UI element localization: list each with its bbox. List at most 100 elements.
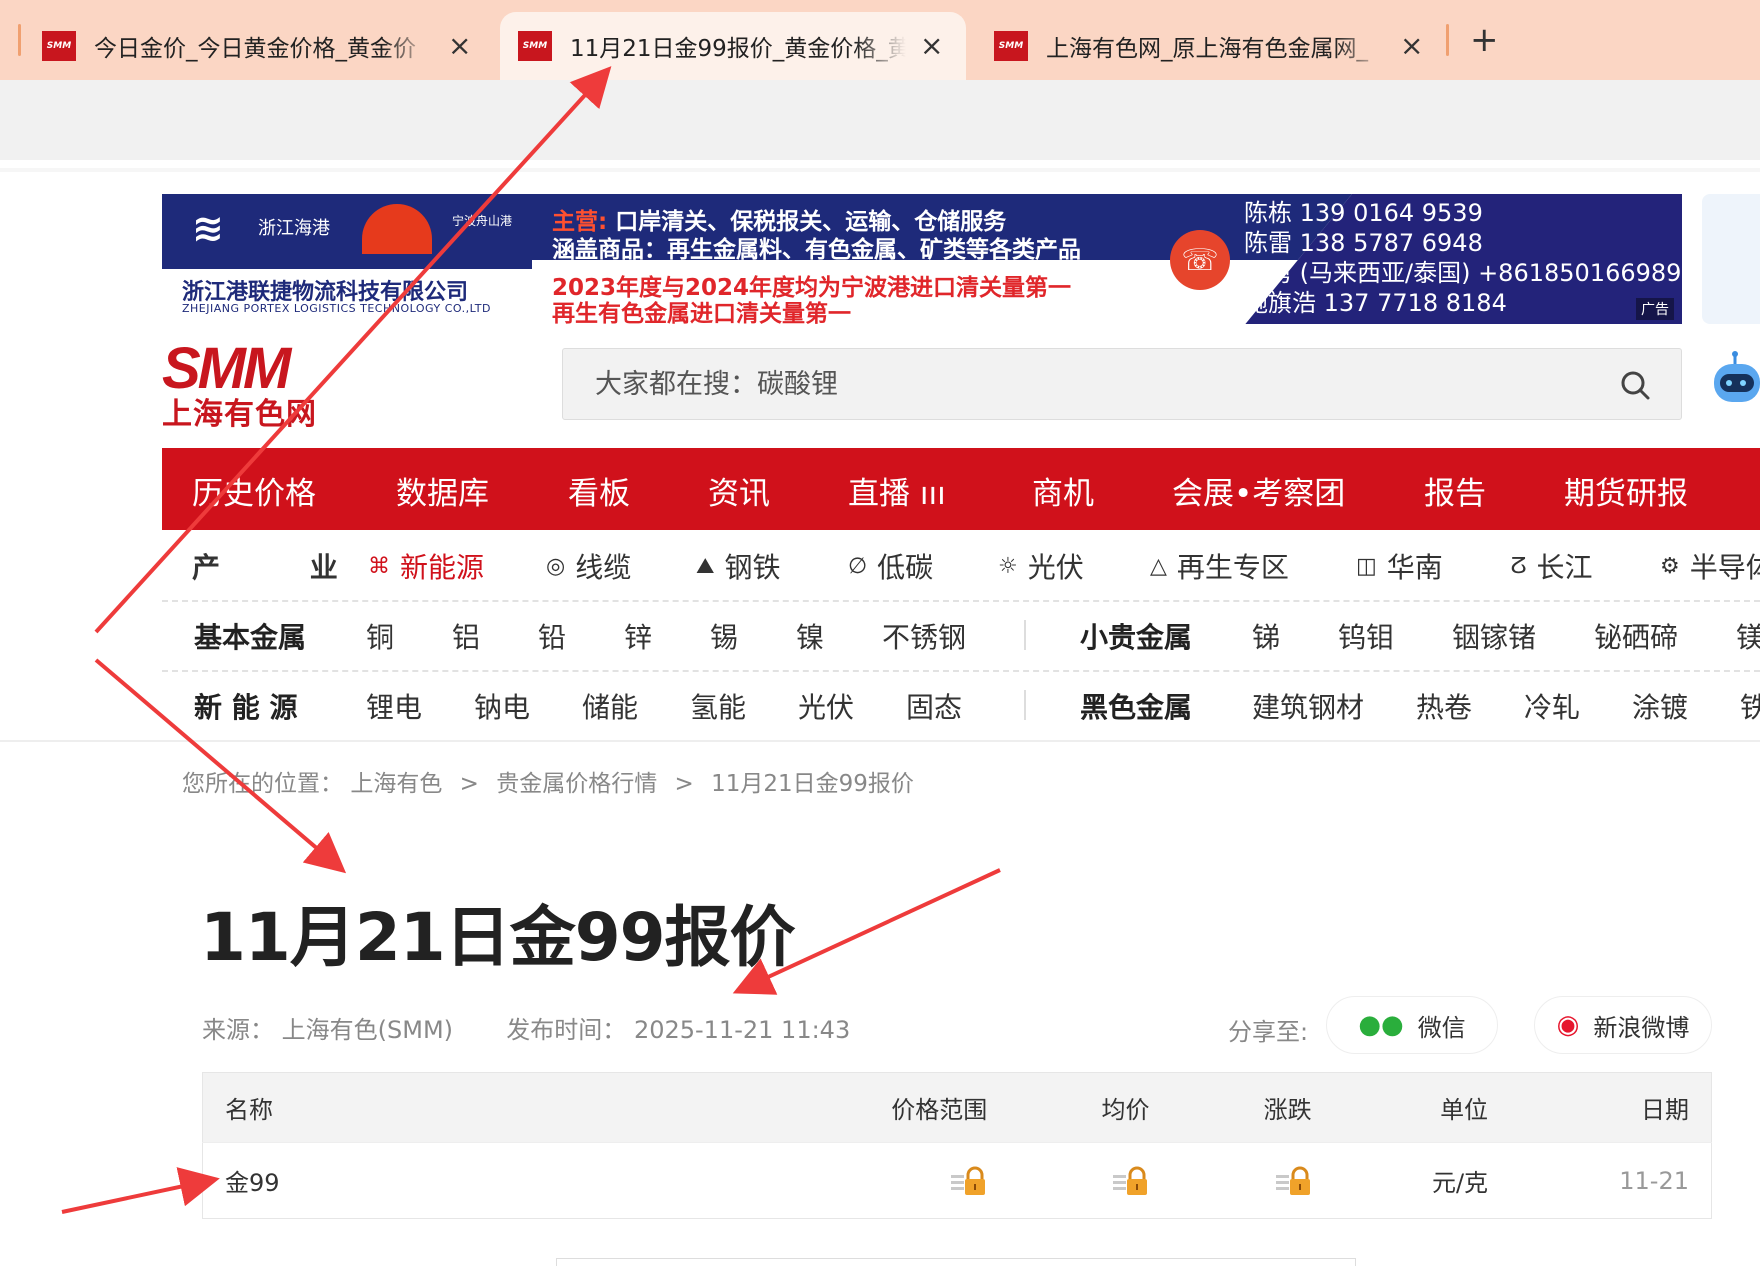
breadcrumb-separator: > [674,771,694,797]
ad-company-name-en: ZHEJIANG PORTEX LOGISTICS TECHNOLOGY CO.… [182,302,491,315]
ad-contact: 朱勇 (马来西亚/泰国) +8618501669898 [1244,259,1682,287]
breadcrumb-item[interactable]: 贵金属价格行情 [496,771,657,797]
industry-row: 产 业 ⌘ 新能源 ◎ 线缆 ⛰ 钢铁 ∅ 低碳 ☼ 光伏 △ 再生专区 ◫ 华南 ⵒ 长江 ⚙… [162,530,1760,600]
share-label: 分享至: [1228,1018,1309,1046]
metal-link[interactable]: 锡 [710,616,738,656]
tab-title: 今日金价_今日黄金价格_黄金价 [94,36,416,62]
ad-contact: 施旗浩 137 7718 8184 [1244,289,1507,317]
industry-item-label: 再生专区 [1176,551,1289,584]
metal-link[interactable]: 光伏 [798,686,854,726]
tab-smm-home[interactable]: SMM 上海有色网_原上海有色金属网_ × [976,12,1441,80]
metal-link[interactable]: 冷轧 [1524,686,1580,726]
price-range-locked[interactable] [762,1142,1010,1219]
lock-icon[interactable] [1113,1166,1149,1196]
metal-link[interactable]: 铟镓锗 [1452,616,1536,656]
metal-link[interactable]: 铜 [366,616,394,656]
metal-link[interactable]: 锂电 [366,686,422,726]
industry-yangtze[interactable]: ⵒ 长江 [1510,546,1593,586]
industry-new-energy[interactable]: ⌘ 新能源 [368,546,484,586]
metal-link[interactable]: 热卷 [1416,686,1472,726]
metal-link[interactable]: 固态 [906,686,962,726]
metal-link[interactable]: 铁 [1740,686,1760,726]
metal-link[interactable]: 涂镀 [1632,686,1688,726]
industry-item-label: 光伏 [1027,551,1084,584]
metal-link[interactable]: 储能 [582,686,638,726]
avg-price-locked[interactable] [1009,1142,1172,1219]
recycle-icon: △ [1150,553,1167,579]
robot-assistant-icon[interactable] [1710,350,1760,410]
tab-gold99-quote[interactable]: SMM 11月21日金99报价_黄金价格_黄 × [500,12,966,80]
metal-link[interactable]: 钨钼 [1338,616,1394,656]
industry-south-china[interactable]: ◫ 华南 [1356,546,1443,586]
industry-recycle[interactable]: △ 再生专区 [1150,546,1289,586]
metal-link[interactable]: 钠电 [474,686,530,726]
metal-link[interactable]: 镍 [796,616,824,656]
metals-head-ferrous[interactable]: 黑色金属 [1080,686,1192,726]
metal-link[interactable]: 建筑钢材 [1252,686,1364,726]
industry-steel[interactable]: ⛰ 钢铁 [696,546,781,586]
share-weibo-button[interactable]: ◉ 新浪微博 [1534,996,1712,1054]
nav-board[interactable]: 看板 [568,468,630,513]
ad-banner[interactable]: ≋ 浙江海港 宁波舟山港 浙江港联捷物流科技有限公司 ZHEJIANG PORT… [162,194,1682,324]
metal-link[interactable]: 氢能 [690,686,746,726]
metal-link[interactable]: 不锈钢 [882,616,966,656]
river-icon: ⵒ [1510,553,1527,579]
column-header: 名称 [202,1072,763,1143]
industry-cable[interactable]: ◎ 线缆 [546,546,631,586]
industry-low-carbon[interactable]: ∅ 低碳 [848,546,933,586]
metals-head-basic[interactable]: 基本金属 [194,616,306,656]
metal-link[interactable]: 镁 [1736,616,1760,656]
new-tab-button[interactable]: + [1470,20,1499,60]
nav-exhibition[interactable]: 会展•考察团 [1172,468,1345,513]
metals-row-basic: 基本金属 铜 铝 铅 锌 锡 镍 不锈钢 小贵金属 锑 钨钼 铟镓锗 铋硒碲 镁 [162,600,1760,670]
metals-row-new-energy: 新 能 源 锂电 钠电 储能 氢能 光伏 固态 黑色金属 建筑钢材 热卷 冷轧 … [162,670,1760,740]
metal-link[interactable]: 铋硒碲 [1594,616,1678,656]
search-input[interactable] [595,368,1595,400]
smm-favicon-icon: SMM [518,31,552,61]
breadcrumb-current: 11月21日金99报价 [711,771,914,797]
industry-semiconductor[interactable]: ⚙ 半导体 [1660,546,1760,586]
close-tab-icon[interactable]: × [920,32,943,60]
close-tab-icon[interactable]: × [448,32,471,60]
ad-contacts: 陈栋 139 0164 9539 陈雷 138 5787 6948 朱勇 (马来… [1244,198,1682,318]
metals-head-minor[interactable]: 小贵金属 [1080,616,1192,656]
change-locked[interactable] [1171,1142,1334,1219]
lock-icon[interactable] [1275,1166,1312,1196]
cable-icon: ◎ [546,553,566,579]
ad-logo-text: 浙江海港 [258,218,330,239]
metals-head-new-energy[interactable]: 新 能 源 [194,686,298,726]
share-wechat-label: 微信 [1417,1013,1466,1042]
lock-icon[interactable] [951,1166,987,1196]
close-tab-icon[interactable]: × [1400,32,1423,60]
metal-link[interactable]: 铝 [452,616,480,656]
breadcrumb-item[interactable]: 上海有色 [350,771,442,797]
logo-cn: 上海有色网 [162,397,317,432]
nav-live[interactable]: 直播 ııı [848,468,946,513]
smm-favicon-icon: SMM [42,31,76,61]
tab-gold-price-today[interactable]: SMM 今日金价_今日黄金价格_黄金价 × [24,12,489,80]
browser-tab-bar: SMM 今日金价_今日黄金价格_黄金价 × SMM 11月21日金99报价_黄金… [0,0,1760,80]
nav-report[interactable]: 报告 [1424,468,1486,513]
industry-pv[interactable]: ☼ 光伏 [998,546,1084,586]
share-wechat-button[interactable]: ●● 微信 [1326,996,1498,1054]
nav-history-price[interactable]: 历史价格 [192,468,316,513]
nav-news[interactable]: 资讯 [708,468,770,513]
search-icon[interactable] [1619,369,1651,401]
browser-toolbar [0,80,1760,160]
breadcrumb-prefix: 您所在的位置： [182,771,343,797]
industry-item-label: 线缆 [575,551,632,584]
nav-business[interactable]: 商机 [1032,468,1094,513]
nav-database[interactable]: 数据库 [396,468,489,513]
divider [1024,690,1026,720]
site-logo[interactable]: SMM 上海有色网 [162,340,317,432]
product-name: 金99 [202,1142,763,1219]
industry-item-label: 钢铁 [724,551,781,584]
side-ad[interactable] [1702,194,1760,324]
publish-time-label: 发布时间： [506,1016,627,1044]
tab-title: 上海有色网_原上海有色金属网_ [1046,36,1368,62]
metal-link[interactable]: 铅 [538,616,566,656]
source-value: 上海有色(SMM) [281,1016,454,1044]
metal-link[interactable]: 锑 [1252,616,1280,656]
metal-link[interactable]: 锌 [624,616,652,656]
nav-futures-research[interactable]: 期货研报 [1564,468,1688,513]
